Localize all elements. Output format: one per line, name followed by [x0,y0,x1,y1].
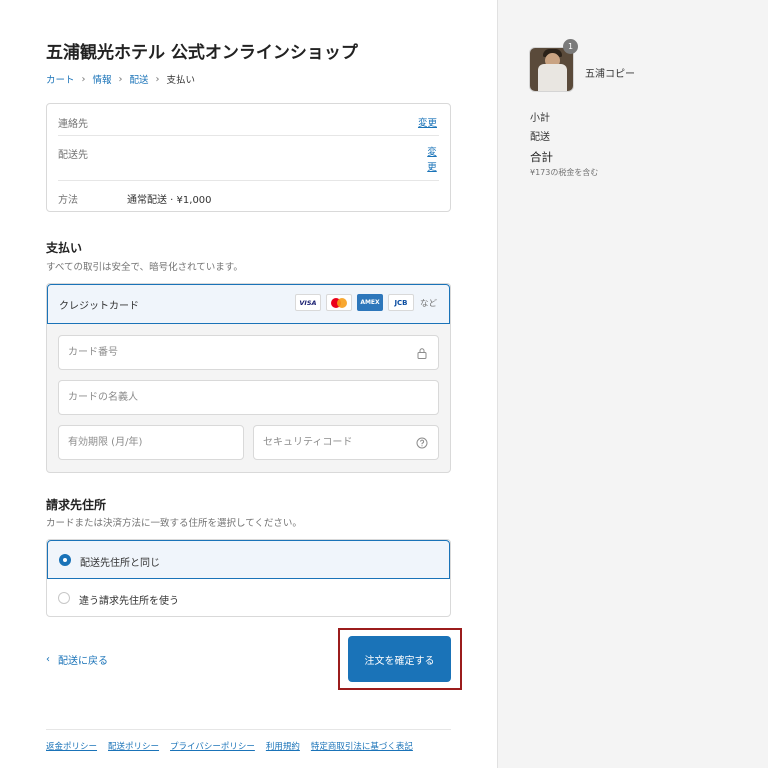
jcb-icon: JCB [387,294,414,311]
tax-note: ¥173の税金を含む [530,168,599,177]
payment-method-box: クレジットカード VISA AMEX JCB など [46,283,451,473]
breadcrumb-payment: 支払い [166,75,196,86]
breadcrumb-separator: › [118,73,123,85]
contact-label: 連絡先 [58,119,88,130]
quantity-badge: 1 [563,39,578,54]
legal-notice-link[interactable]: 特定商取引法に基づく表記 [311,740,413,752]
ship-to-label: 配送先 [58,150,88,161]
footer-divider [46,729,451,730]
billing-same-label: 配送先住所と同じ [80,558,160,569]
card-number-input[interactable] [59,336,438,369]
refund-policy-link[interactable]: 返金ポリシー [46,740,97,752]
security-code-input[interactable] [254,426,438,459]
expiry-field [58,425,244,460]
breadcrumb-separator: › [155,73,160,85]
card-brands: VISA AMEX JCB など [294,294,437,311]
billing-same-option[interactable]: 配送先住所と同じ [47,540,450,579]
card-number-field [58,335,439,370]
shipping-policy-link[interactable]: 配送ポリシー [108,740,159,752]
divider [58,135,439,136]
mastercard-icon [325,294,352,311]
credit-card-option[interactable]: クレジットカード VISA AMEX JCB など [47,284,450,324]
card-name-field [58,380,439,415]
breadcrumb-separator: › [81,73,86,85]
breadcrumb-info[interactable]: 情報 [93,72,112,86]
billing-different-option[interactable]: 違う請求先住所を使う [47,579,450,618]
breadcrumb-cart[interactable]: カート [46,72,75,86]
breadcrumb-shipping[interactable]: 配送 [130,72,149,86]
payment-subtitle: すべての取引は安全で、暗号化されています。 [46,262,243,273]
product-name: 五浦コピー [585,69,635,80]
visa-icon: VISA [294,294,321,311]
payment-title: 支払い [46,241,83,255]
credit-card-label: クレジットカード [59,301,139,312]
confirm-order-button[interactable]: 注文を確定する [348,636,451,682]
review-summary: 連絡先 変更 配送先 変更 方法 通常配送 · ¥1,000 [46,103,451,212]
terms-link[interactable]: 利用規約 [266,740,300,752]
back-to-shipping-link[interactable]: ‹ 配送に戻る [46,652,108,667]
help-icon[interactable] [416,437,428,449]
total-label: 合計 [530,150,553,164]
radio-unselected[interactable] [58,592,70,604]
breadcrumb: カート › 情報 › 配送 › 支払い [46,72,196,87]
chevron-left-icon: ‹ [46,654,50,665]
shop-title: 五浦観光ホテル 公式オンラインショップ [46,43,358,63]
billing-different-label: 違う請求先住所を使う [79,596,179,607]
amex-icon: AMEX [356,294,383,311]
billing-address-options: 配送先住所と同じ 違う請求先住所を使う [46,539,451,617]
privacy-policy-link[interactable]: プライバシーポリシー [170,740,255,752]
more-brands-label: など [419,298,437,309]
divider [58,180,439,181]
checkout-main: 五浦観光ホテル 公式オンラインショップ カート › 情報 › 配送 › 支払い … [0,0,497,768]
billing-title: 請求先住所 [46,498,107,512]
card-name-input[interactable] [59,381,438,414]
shipping-cost-label: 配送 [530,132,550,143]
lock-icon [417,348,427,359]
security-code-field [253,425,439,460]
change-ship-to-link[interactable]: 変更 [427,145,437,175]
method-label: 方法 [58,195,78,206]
expiry-input[interactable] [59,426,243,459]
back-to-shipping-label: 配送に戻る [58,656,108,667]
product-thumbnail [529,47,574,92]
method-value: 通常配送 · ¥1,000 [127,195,212,206]
footer-links: 返金ポリシー 配送ポリシー プライバシーポリシー 利用規約 特定商取引法に基づく… [46,740,413,752]
subtotal-label: 小計 [530,113,550,124]
change-contact-link[interactable]: 変更 [418,115,437,129]
billing-subtitle: カードまたは決済方法に一致する住所を選択してください。 [46,518,302,529]
radio-selected[interactable] [59,554,71,566]
